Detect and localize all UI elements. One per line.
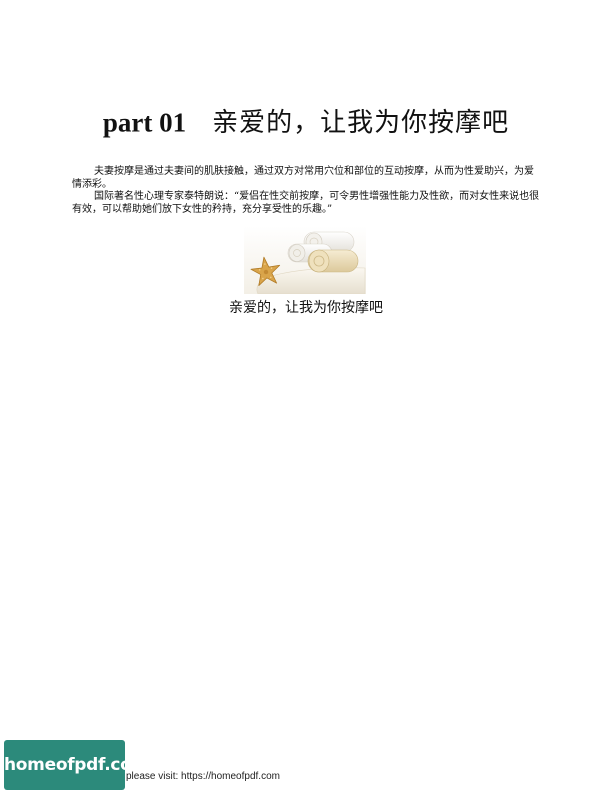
chapter-title: 亲爱的，让我为你按摩吧 (212, 107, 510, 138)
paragraph: 夫妻按摩是通过夫妻间的肌肤接触，通过双方对常用穴位和部位的互动按摩，从而为性爱助… (72, 166, 534, 190)
homeofpdf-logo[interactable]: homeofpdf.com (4, 740, 149, 790)
part-number: part 01 (102, 107, 187, 138)
paragraph: 国际著名性心理专家泰特朗说：“爱侣在性交前按摩，可令男性增强性能力及性欲，而对女… (72, 191, 540, 215)
footer-visit-link[interactable]: please visit: https://homeofpdf.com (126, 771, 280, 783)
towels-illustration (244, 226, 366, 294)
body-text: 夫妻按摩是通过夫妻间的肌肤接触，通过双方对常用穴位和部位的互动按摩，从而为性爱助… (72, 166, 540, 216)
towels-starfish-image (244, 226, 366, 294)
figure-caption: 亲爱的，让我为你按摩吧 (229, 300, 383, 316)
page-title: part 01 亲爱的，让我为你按摩吧 (0, 100, 612, 144)
